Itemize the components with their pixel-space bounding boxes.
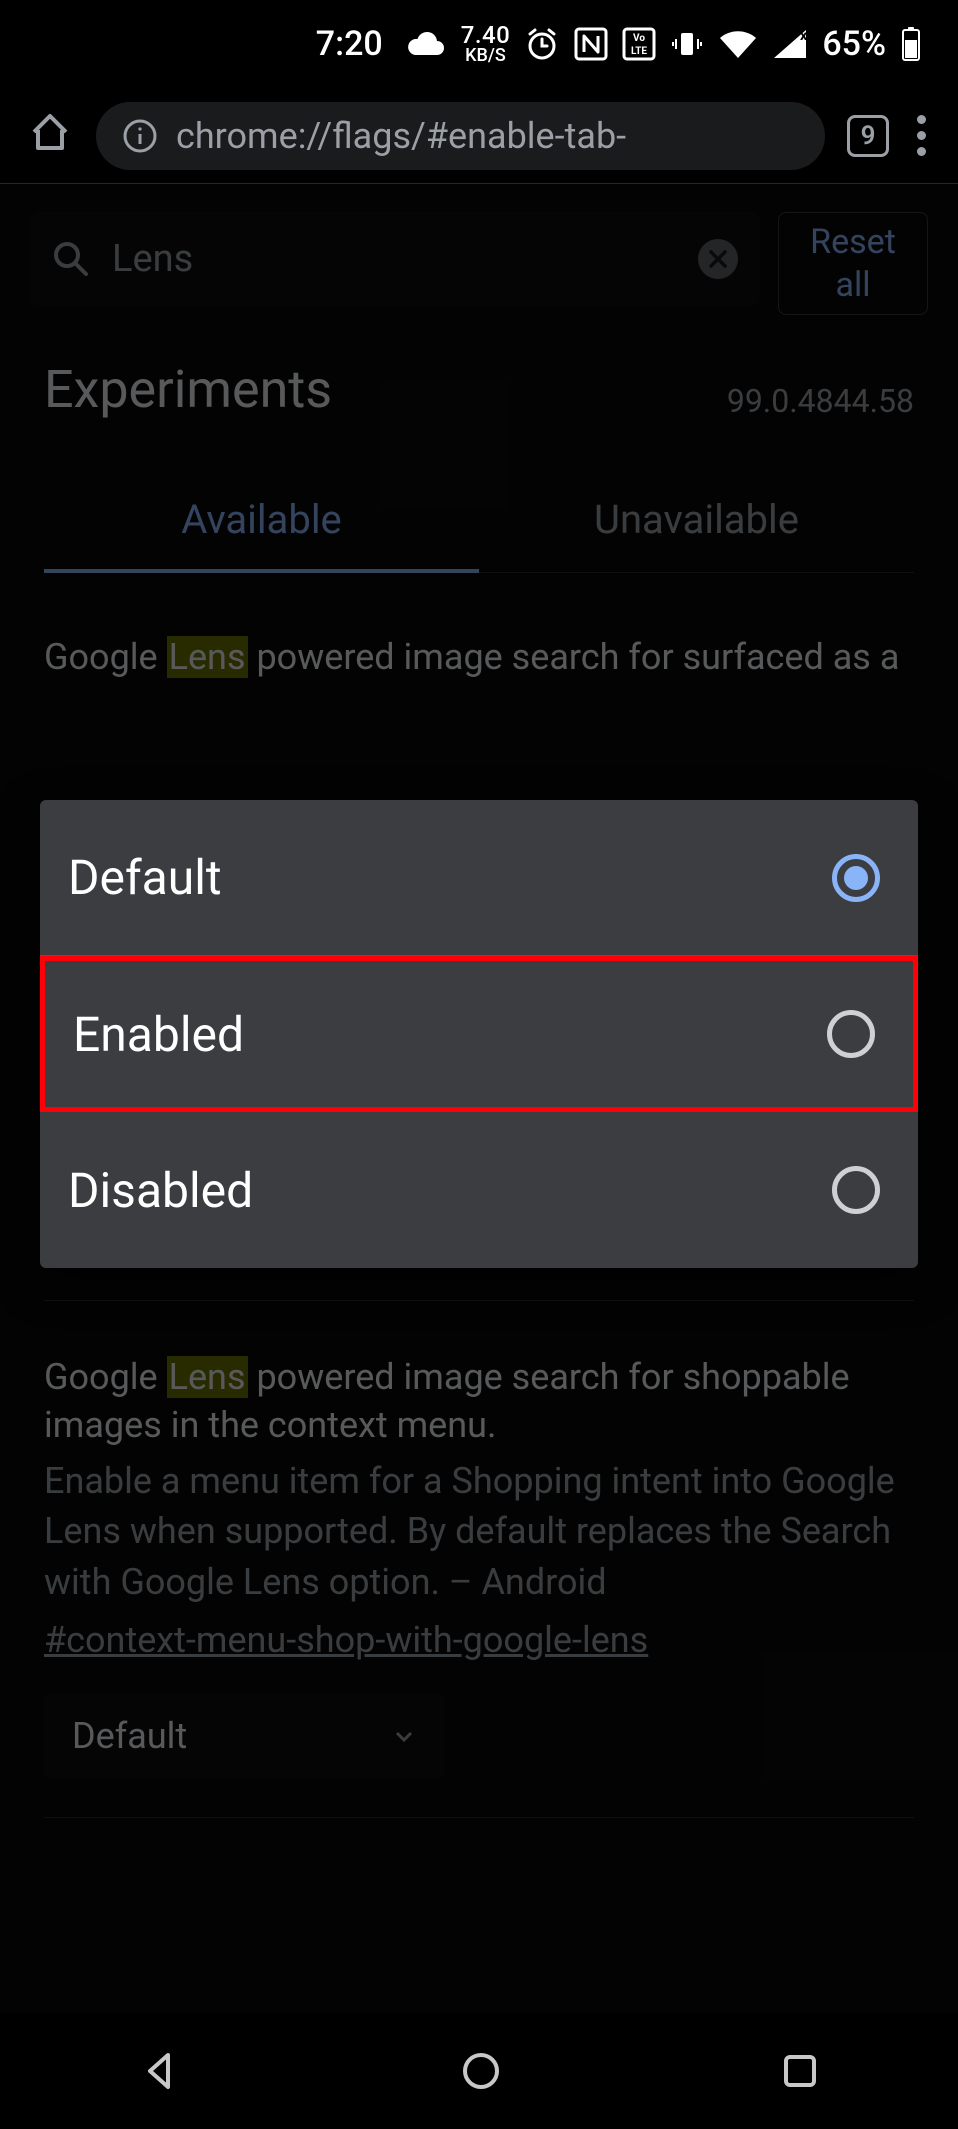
reset-all-button[interactable]: Reset all bbox=[778, 212, 928, 315]
svg-text:x: x bbox=[800, 28, 808, 44]
flag-title: Google Lens powered image search for sur… bbox=[44, 633, 914, 682]
dropdown-option-disabled[interactable]: Disabled bbox=[40, 1112, 918, 1268]
radio-unselected-icon bbox=[832, 1166, 880, 1214]
chrome-version: 99.0.4844.58 bbox=[727, 382, 914, 420]
tab-unavailable[interactable]: Unavailable bbox=[479, 472, 914, 572]
omnibox-url: chrome://flags/#enable-tab- bbox=[176, 115, 626, 157]
signal-icon: x bbox=[772, 28, 808, 60]
radio-selected-icon bbox=[832, 854, 880, 902]
nfc-icon bbox=[574, 27, 608, 61]
flag-anchor-link[interactable]: #context-menu-shop-with-google-lens bbox=[44, 1619, 914, 1661]
battery-icon bbox=[900, 26, 922, 62]
nav-recents-icon[interactable] bbox=[780, 2051, 820, 2091]
search-icon bbox=[52, 240, 90, 278]
svg-text:LTE: LTE bbox=[631, 46, 647, 57]
tab-switcher[interactable]: 9 bbox=[847, 115, 889, 157]
overflow-menu-icon[interactable] bbox=[911, 109, 932, 162]
nav-back-icon[interactable] bbox=[138, 2049, 182, 2093]
tab-available[interactable]: Available bbox=[44, 472, 479, 573]
omnibox[interactable]: chrome://flags/#enable-tab- bbox=[96, 102, 825, 170]
status-net-speed: 7.40 KB/S bbox=[461, 23, 511, 65]
flag-tabs: Available Unavailable bbox=[44, 472, 914, 573]
svg-text:Vo: Vo bbox=[633, 33, 645, 44]
nav-home-icon[interactable] bbox=[459, 2049, 503, 2093]
status-battery-text: 65% bbox=[822, 24, 886, 64]
flag-item: Google Lens powered image search for sho… bbox=[44, 1353, 914, 1818]
flag-description: Enable a menu item for a Shopping intent… bbox=[44, 1456, 914, 1607]
volte-icon: Vo LTE bbox=[622, 27, 656, 61]
search-input[interactable]: Lens bbox=[30, 212, 760, 306]
dropdown-option-enabled[interactable]: Enabled bbox=[40, 956, 918, 1112]
flag-title: Google Lens powered image search for sho… bbox=[44, 1353, 914, 1450]
chrome-toolbar: chrome://flags/#enable-tab- 9 bbox=[0, 88, 958, 184]
wifi-icon bbox=[718, 28, 758, 60]
page-title: Experiments bbox=[44, 359, 332, 420]
info-icon bbox=[122, 118, 158, 154]
android-nav-bar bbox=[0, 2013, 958, 2129]
vibrate-icon bbox=[670, 27, 704, 61]
radio-unselected-icon bbox=[827, 1010, 875, 1058]
android-status-bar: 7:20 7.40 KB/S Vo LTE x 65% bbox=[0, 0, 958, 88]
flag-state-select[interactable]: Default bbox=[44, 1693, 444, 1779]
cloud-icon bbox=[405, 29, 447, 59]
dropdown-option-default[interactable]: Default bbox=[40, 800, 918, 956]
home-icon[interactable] bbox=[26, 108, 74, 156]
clear-search-icon[interactable] bbox=[698, 239, 738, 279]
flag-dropdown-popup: Default Enabled Disabled bbox=[40, 800, 918, 1268]
chevron-down-icon bbox=[392, 1715, 416, 1757]
alarm-icon bbox=[524, 26, 560, 62]
search-value: Lens bbox=[112, 237, 193, 281]
status-time: 7:20 bbox=[316, 24, 383, 64]
